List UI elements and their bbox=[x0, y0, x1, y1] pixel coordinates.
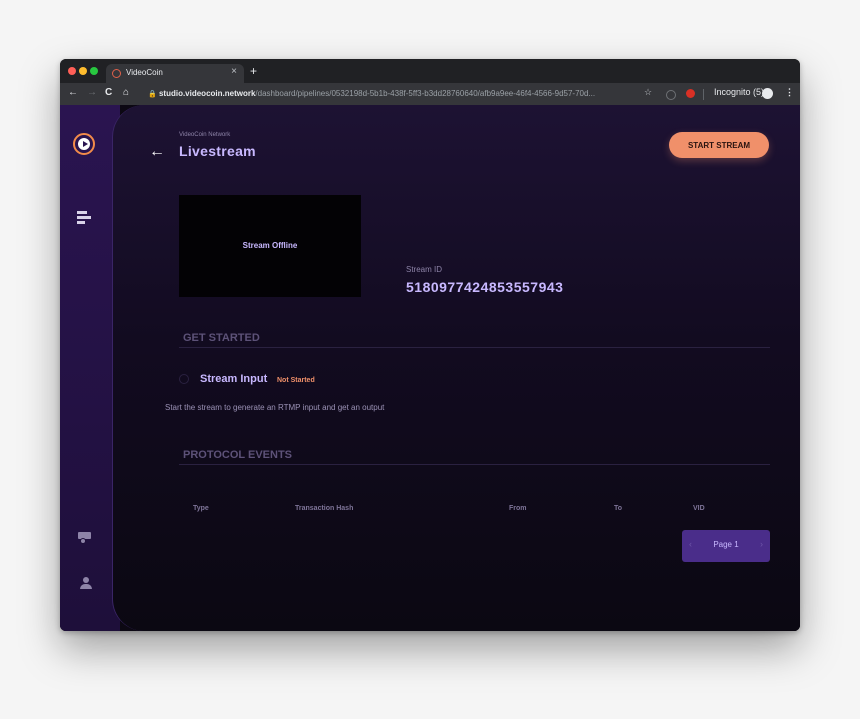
tab-bar: VideoCoin × + bbox=[60, 59, 800, 83]
browser-tab[interactable]: VideoCoin × bbox=[106, 64, 244, 83]
videocoin-logo-icon[interactable] bbox=[73, 133, 95, 155]
truck-wheel bbox=[80, 538, 86, 544]
pipelines-bar bbox=[77, 221, 85, 224]
column-header-vid: VID bbox=[693, 505, 705, 512]
close-window-icon[interactable] bbox=[68, 67, 76, 75]
toolbar-divider bbox=[703, 89, 704, 100]
extension-record-icon[interactable] bbox=[686, 89, 695, 98]
stream-input-status-badge: Not Started bbox=[277, 377, 315, 384]
user-head bbox=[83, 577, 89, 583]
tab-favicon-icon bbox=[112, 69, 121, 78]
logo-inner bbox=[78, 138, 90, 150]
column-header-from: From bbox=[509, 505, 527, 512]
stream-id-label: Stream ID bbox=[406, 265, 443, 274]
truck-icon[interactable] bbox=[78, 532, 91, 544]
next-page-icon[interactable]: › bbox=[760, 539, 763, 549]
address-bar[interactable]: 🔒 studio.videocoin.network/dashboard/pip… bbox=[148, 87, 638, 101]
app: ← VideoCoin Network Livestream START STR… bbox=[60, 105, 800, 631]
pagination: ‹ Page 1 › bbox=[682, 530, 770, 562]
stream-status-text: Stream Offline bbox=[242, 241, 298, 250]
stream-id-value: 5180977424853557943 bbox=[406, 279, 564, 295]
menu-icon[interactable]: ⋮ bbox=[785, 87, 794, 98]
user-body bbox=[80, 584, 92, 589]
pipelines-bar bbox=[77, 211, 87, 214]
sidebar bbox=[60, 105, 120, 631]
breadcrumb: VideoCoin Network bbox=[179, 132, 231, 138]
url-domain: studio.videocoin.network bbox=[158, 89, 256, 98]
pipelines-icon[interactable] bbox=[77, 211, 91, 224]
forward-icon[interactable]: → bbox=[87, 87, 97, 98]
divider bbox=[179, 347, 770, 348]
bookmark-star-icon[interactable]: ☆ bbox=[644, 87, 652, 98]
back-arrow-icon[interactable]: ← bbox=[149, 143, 165, 161]
incognito-label[interactable]: Incognito (5) bbox=[714, 87, 764, 97]
incognito-icon[interactable] bbox=[762, 88, 773, 99]
page-indicator: Page 1 bbox=[713, 540, 739, 549]
stream-input-label: Stream Input bbox=[200, 373, 268, 385]
tab-close-icon[interactable]: × bbox=[231, 66, 237, 77]
divider bbox=[179, 464, 770, 465]
start-stream-button[interactable]: START STREAM bbox=[669, 132, 769, 158]
extension-info-icon[interactable] bbox=[666, 90, 676, 100]
new-tab-icon[interactable]: + bbox=[250, 64, 257, 78]
reload-icon[interactable]: C bbox=[105, 87, 112, 98]
column-header-type: Type bbox=[193, 505, 209, 512]
lock-icon: 🔒 bbox=[148, 91, 157, 98]
url-path: /dashboard/pipelines/0532198d-5b1b-438f-… bbox=[255, 89, 596, 98]
stream-input-description: Start the stream to generate an RTMP inp… bbox=[165, 403, 385, 412]
stream-input-radio[interactable] bbox=[179, 374, 189, 384]
browser-window: VideoCoin × + ← → C ⌂ 🔒 studio.videocoin… bbox=[60, 59, 800, 631]
user-icon[interactable] bbox=[80, 577, 92, 589]
main-content: ← VideoCoin Network Livestream START STR… bbox=[112, 105, 800, 631]
page-title: Livestream bbox=[179, 143, 256, 159]
get-started-heading: GET STARTED bbox=[183, 332, 260, 344]
minimize-window-icon[interactable] bbox=[79, 67, 87, 75]
protocol-events-heading: PROTOCOL EVENTS bbox=[183, 449, 293, 461]
pipelines-bar bbox=[77, 216, 91, 219]
browser-toolbar: ← → C ⌂ 🔒 studio.videocoin.network/dashb… bbox=[60, 83, 800, 105]
tab-title: VideoCoin bbox=[126, 68, 163, 77]
column-header-transaction-hash: Transaction Hash bbox=[295, 505, 354, 512]
video-player[interactable]: Stream Offline bbox=[179, 195, 361, 297]
play-icon bbox=[83, 141, 88, 147]
maximize-window-icon[interactable] bbox=[90, 67, 98, 75]
back-icon[interactable]: ← bbox=[68, 87, 78, 98]
column-header-to: To bbox=[614, 505, 623, 512]
home-icon[interactable]: ⌂ bbox=[123, 87, 129, 98]
